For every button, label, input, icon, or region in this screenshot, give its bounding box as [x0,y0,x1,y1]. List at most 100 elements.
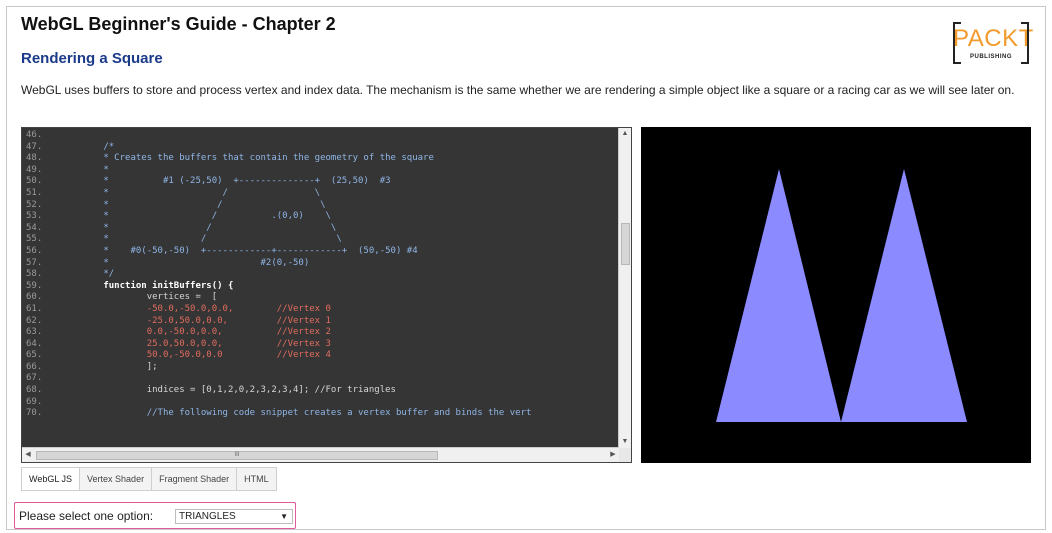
line-number: 68. [26,385,43,396]
line-number: 48. [26,153,43,164]
scroll-right-icon[interactable]: ▶ [607,448,619,462]
code-area[interactable]: 46. 47. /* 48. * Creates the buffers that … [22,130,619,448]
line-number: 70. [26,408,43,419]
code-line: 49. * [22,165,619,177]
line-text: 0.0,-50.0,0.0, //Vertex 2 [60,327,331,338]
line-number: 69. [26,396,43,407]
scrollbar-corner [619,448,631,462]
logo-subtext: PUBLISHING [969,54,1012,60]
code-line: 63. 0.0,-50.0,0.0, //Vertex 2 [22,327,619,339]
code-line: 55. * / \ [22,234,619,246]
logo-bracket-right [1021,22,1029,64]
logo-wordmark: PACKT [953,25,1034,52]
line-text: indices = [0,1,2,0,2,3,2,3,4]; //For tri… [60,385,396,396]
line-number: 55. [26,234,43,245]
line-number: 57. [26,257,43,268]
code-line: 48. * Creates the buffers that contain t… [22,153,619,165]
line-number: 51. [26,187,43,198]
line-text: function initBuffers() { [60,280,234,291]
scroll-down-icon[interactable]: ▼ [619,436,631,448]
line-number: 54. [26,222,43,233]
webgl-canvas[interactable] [641,127,1031,463]
code-line: 47. /* [22,142,619,154]
line-text: ]; [60,361,158,372]
tab-vertex-shader[interactable]: Vertex Shader [80,467,153,491]
line-number: 60. [26,292,43,303]
select-value: TRIANGLES [179,511,236,522]
line-text: * #1 (-25,50) +--------------+ (25,50) #… [60,176,391,187]
line-text: vertices = [ [60,292,218,303]
line-number: 62. [26,315,43,326]
vertical-scroll-thumb[interactable] [621,223,630,265]
code-line: 70. //The following code snippet creates… [22,408,619,420]
code-line: 56. * #0(-50,-50) +------------+--------… [22,246,619,258]
code-line: 53. * / .(0,0) \ [22,211,619,223]
dropdown-arrow-icon: ▼ [280,512,288,521]
line-text: * [60,164,109,175]
line-number: 58. [26,269,43,280]
tab-html[interactable]: HTML [237,467,277,491]
line-text: 25.0,50.0,0.0, //Vertex 3 [60,338,331,349]
line-number: 64. [26,338,43,349]
code-line: 67. [22,373,619,385]
line-number: 66. [26,361,43,372]
line-number: 63. [26,327,43,338]
horizontal-scroll-thumb[interactable]: III [36,451,438,460]
vertical-scrollbar[interactable]: ▲ ▼ [618,128,631,448]
canvas-render [716,169,967,422]
line-text: //The following code snippet creates a v… [60,408,532,419]
line-number: 52. [26,199,43,210]
horizontal-scrollbar[interactable]: ◀ III ▶ [22,447,619,462]
code-line: 57. * #2(0,-50) [22,258,619,270]
line-text: * / .(0,0) \ [60,211,331,222]
line-text: * #0(-50,-50) +------------+------------… [60,245,418,256]
code-line: 46. [22,130,619,142]
packt-logo: PACKT PUBLISHING [953,22,1034,68]
line-text: * / \ [60,199,326,210]
line-text: -50.0,-50.0,0.0, //Vertex 0 [60,303,331,314]
tab-fragment-shader[interactable]: Fragment Shader [152,467,238,491]
rendered-triangle-right [841,169,967,422]
code-editor[interactable]: 46. 47. /* 48. * Creates the buffers that … [21,127,632,463]
code-line: 68. indices = [0,1,2,0,2,3,2,3,4]; //For… [22,385,619,397]
code-line: 51. * / \ [22,188,619,200]
line-text: 50.0,-50.0,0.0 //Vertex 4 [60,350,331,361]
line-text: * / \ [60,222,337,233]
code-line: 62. -25.0,50.0,0.0, //Vertex 1 [22,316,619,328]
line-text: /* [60,141,115,152]
line-text: -25.0,50.0,0.0, //Vertex 1 [60,315,331,326]
line-number: 56. [26,245,43,256]
tab-webgl-js[interactable]: WebGL JS [21,467,81,491]
scroll-up-icon[interactable]: ▲ [619,128,631,140]
line-number: 49. [26,164,43,175]
render-mode-selector: Please select one option: TRIANGLES ▼ [14,502,296,529]
code-line: 60. vertices = [ [22,292,619,304]
code-line: 65. 50.0,-50.0,0.0 //Vertex 4 [22,350,619,362]
editor-tabs: WebGL JS Vertex Shader Fragment Shader H… [21,467,277,491]
code-line: 58. */ [22,269,619,281]
line-text: */ [60,269,115,280]
code-line: 66. ]; [22,362,619,374]
select-label: Please select one option: [19,509,154,523]
rendered-triangle-left [716,169,841,422]
line-text: * #2(0,-50) [60,257,310,268]
code-line: 59. function initBuffers() { [22,281,619,293]
line-number: 46. [26,130,43,140]
code-line: 61. -50.0,-50.0,0.0, //Vertex 0 [22,304,619,316]
code-line: 52. * / \ [22,200,619,212]
line-text: * / \ [60,187,321,198]
code-line: 64. 25.0,50.0,0.0, //Vertex 3 [22,339,619,351]
line-number: 50. [26,176,43,187]
line-number: 65. [26,350,43,361]
render-mode-dropdown[interactable]: TRIANGLES ▼ [175,509,293,524]
page-description: WebGL uses buffers to store and process … [21,83,1015,97]
code-line: 54. * / \ [22,223,619,235]
code-line: 50. * #1 (-25,50) +--------------+ (25,5… [22,176,619,188]
line-text: * Creates the buffers that contain the g… [60,153,434,164]
scroll-left-icon[interactable]: ◀ [22,448,34,462]
line-number: 59. [26,280,43,291]
line-number: 53. [26,211,43,222]
page-title: WebGL Beginner's Guide - Chapter 2 [21,14,336,34]
line-number: 47. [26,141,43,152]
page-subtitle: Rendering a Square [21,50,163,67]
